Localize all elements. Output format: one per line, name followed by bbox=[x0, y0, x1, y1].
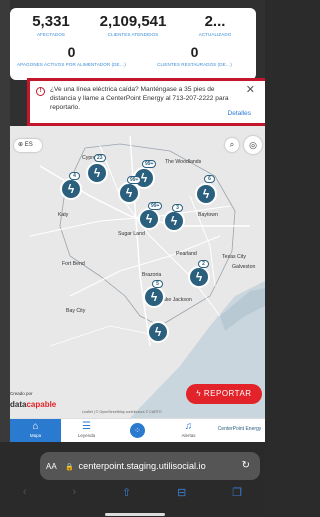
stat-affected-value: 5,331 bbox=[32, 13, 70, 30]
alert-message: ¿Ve una línea eléctrica caída? Manténgas… bbox=[50, 86, 229, 111]
phone-screen: 5,331 AFECTADOS 2,109,541 CLIENTES ATEND… bbox=[0, 0, 265, 517]
stat-updated-value: 2... bbox=[204, 13, 226, 30]
tab-alerts-label: Alertas bbox=[181, 433, 196, 438]
pin-count-badge: 23 bbox=[94, 154, 106, 162]
lightning-icon: ϟ bbox=[196, 389, 204, 398]
map-attribution[interactable]: Leaflet | © OpenStreetMap contributors ©… bbox=[82, 410, 162, 414]
tab-legend-label: Leyenda bbox=[77, 433, 96, 438]
stat-restored-value: 0 bbox=[190, 44, 199, 60]
stat-updated: 2... ACTUALIZADO bbox=[174, 8, 256, 42]
logo-suffix: capable bbox=[26, 400, 57, 409]
pin-count-badge: 6 bbox=[204, 175, 215, 183]
downed-line-alert: ! ¿Ve una línea eléctrica caída? Manténg… bbox=[27, 78, 265, 126]
url-text: centerpoint.staging.utilisocial.io bbox=[78, 461, 206, 471]
pin-count-badge: 2 bbox=[198, 260, 209, 268]
back-icon[interactable]: ‹ bbox=[23, 486, 27, 499]
browser-chrome: AA 🔒 centerpoint.staging.utilisocial.io … bbox=[0, 442, 265, 517]
stat-updated-label: ACTUALIZADO bbox=[198, 32, 232, 37]
report-button-label: REPORTAR bbox=[203, 389, 252, 398]
lock-icon: 🔒 bbox=[65, 464, 74, 471]
tab-alerts[interactable]: ♫ Alertas bbox=[163, 419, 214, 442]
grid-icon: ⁘ bbox=[130, 423, 145, 438]
search-icon[interactable]: ⌕ bbox=[225, 138, 239, 152]
close-icon[interactable]: ✕ bbox=[246, 85, 255, 96]
outage-pin[interactable]: ϟ bbox=[147, 321, 169, 343]
stat-restored: 0 CLIENTES RESTAURADOS (DE…) bbox=[133, 42, 256, 76]
stat-affected-label: AFECTADOS bbox=[36, 32, 66, 37]
outage-pin[interactable]: ϟ bbox=[195, 183, 217, 205]
pin-count-badge: 99+ bbox=[142, 160, 157, 168]
outage-pin[interactable]: ϟ bbox=[86, 162, 108, 184]
stats-row-top: 5,331 AFECTADOS 2,109,541 CLIENTES ATEND… bbox=[10, 8, 256, 42]
tab-legend[interactable]: ☰ Leyenda bbox=[61, 419, 112, 442]
pin-count-badge: 3 bbox=[172, 204, 183, 212]
datacapable-logo: datacapable bbox=[10, 400, 56, 409]
outage-pin[interactable]: ϟ bbox=[60, 178, 82, 200]
bell-icon: ♫ bbox=[184, 421, 193, 432]
stat-served-value: 2,109,541 bbox=[99, 13, 167, 30]
map-label-sugar-land: Sugar Land bbox=[118, 231, 145, 237]
created-by-label: Creado por bbox=[10, 391, 33, 396]
legend-icon: ☰ bbox=[82, 421, 91, 432]
outage-pin[interactable]: ϟ bbox=[118, 182, 140, 204]
map-label-bay-city: Bay City bbox=[66, 308, 86, 314]
outage-pin[interactable]: ϟ bbox=[138, 208, 160, 230]
bookmarks-icon[interactable]: ⊟ bbox=[177, 486, 186, 499]
bottom-tab-bar: ⌂ Mapa ☰ Leyenda ⁘ ♫ Alertas CenterPoint… bbox=[10, 418, 265, 442]
share-icon[interactable]: ⇧ bbox=[122, 486, 131, 499]
outage-pin[interactable]: ϟ bbox=[188, 266, 210, 288]
pin-count-badge: 4 bbox=[69, 172, 80, 180]
stat-active-outages-value: 0 bbox=[67, 44, 76, 60]
locate-icon[interactable]: ◎ bbox=[244, 136, 262, 154]
logo-prefix: data bbox=[10, 400, 27, 409]
stats-card: 5,331 AFECTADOS 2,109,541 CLIENTES ATEND… bbox=[10, 8, 256, 80]
map-label-texas-city: Texas City bbox=[222, 254, 246, 260]
tab-centerpoint-logo[interactable]: CenterPoint Energy bbox=[214, 419, 265, 442]
browser-toolbar: ‹ › ⇧ ⊟ ❐ bbox=[0, 486, 265, 499]
stat-served: 2,109,541 CLIENTES ATENDIDOS bbox=[92, 8, 174, 42]
report-button[interactable]: ϟ REPORTAR bbox=[186, 384, 262, 404]
stat-active-outages-label: APAGONES ACTIVOS POR ALIMENTADOR (DE…) bbox=[17, 62, 126, 67]
globe-icon: ⊕ bbox=[18, 142, 25, 148]
tab-map-label: Mapa bbox=[29, 433, 42, 438]
url-bar[interactable]: AA 🔒 centerpoint.staging.utilisocial.io … bbox=[40, 452, 260, 480]
map-icon: ⌂ bbox=[32, 421, 39, 432]
tabs-icon[interactable]: ❐ bbox=[232, 486, 242, 499]
forward-icon[interactable]: › bbox=[72, 486, 76, 499]
outage-pin[interactable]: ϟ bbox=[143, 286, 165, 308]
language-label: ES bbox=[24, 142, 33, 148]
info-icon: ! bbox=[36, 87, 45, 96]
reader-aa-button[interactable]: AA bbox=[46, 462, 57, 471]
tab-menu[interactable]: ⁘ bbox=[112, 419, 163, 442]
map-label-the-woodlands: The Woodlands bbox=[165, 159, 202, 165]
alert-content: ! ¿Ve una línea eléctrica caída? Manténg… bbox=[36, 85, 261, 119]
map-label-fort-bend: Fort Bend bbox=[62, 261, 85, 267]
map-label-brazoria: Brazoria bbox=[142, 272, 162, 278]
map-label-pearland: Pearland bbox=[176, 251, 197, 257]
language-button[interactable]: ⊕ ES bbox=[14, 139, 42, 152]
stat-active-outages: 0 APAGONES ACTIVOS POR ALIMENTADOR (DE…) bbox=[10, 42, 133, 76]
alert-details-link[interactable]: Detalles bbox=[228, 110, 251, 117]
outage-pin[interactable]: ϟ bbox=[163, 210, 185, 232]
pin-count-badge: 99+ bbox=[127, 176, 142, 184]
stats-row-bottom: 0 APAGONES ACTIVOS POR ALIMENTADOR (DE…)… bbox=[10, 42, 256, 76]
centerpoint-logo: CenterPoint Energy bbox=[217, 426, 262, 432]
tab-map[interactable]: ⌂ Mapa bbox=[10, 419, 61, 442]
outage-map[interactable]: ⊕ ES ⌕ ◎ The Woodlands Cypress Katy Suga… bbox=[10, 126, 265, 418]
map-label-galveston: Galveston bbox=[232, 264, 256, 270]
map-label-katy: Katy bbox=[58, 212, 69, 218]
pin-count-badge: 99+ bbox=[148, 202, 163, 210]
reload-icon[interactable]: ↻ bbox=[242, 452, 250, 480]
pin-count-badge: 5 bbox=[152, 280, 163, 288]
stat-restored-label: CLIENTES RESTAURADOS (DE…) bbox=[157, 62, 232, 67]
left-edge bbox=[0, 0, 10, 442]
map-label-baytown: Baytown bbox=[198, 212, 218, 218]
stat-affected: 5,331 AFECTADOS bbox=[10, 8, 92, 42]
stat-served-label: CLIENTES ATENDIDOS bbox=[107, 32, 159, 37]
home-indicator bbox=[105, 513, 165, 516]
